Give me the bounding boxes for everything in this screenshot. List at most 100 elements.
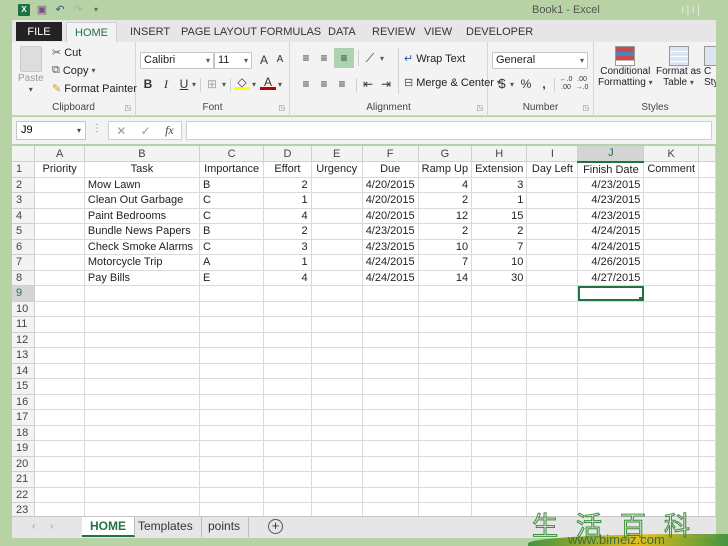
cell-e16[interactable] xyxy=(311,394,363,410)
row-header[interactable]: 5 xyxy=(12,223,36,240)
cell-a10[interactable] xyxy=(34,301,85,317)
cell-b4[interactable]: Paint Bedrooms xyxy=(84,208,200,224)
cell-j2[interactable]: 4/23/2015 xyxy=(577,177,645,193)
cell-e21[interactable] xyxy=(311,471,363,488)
undo-icon[interactable]: ↶ xyxy=(54,4,66,16)
percent-button[interactable]: % xyxy=(518,76,534,92)
cell-j3[interactable]: 4/23/2015 xyxy=(577,192,645,209)
cell-e5[interactable] xyxy=(311,223,363,240)
cell-d1[interactable]: Effort xyxy=(263,161,312,178)
fill-color-icon[interactable]: ◇ xyxy=(234,74,250,90)
cell-d15[interactable] xyxy=(263,378,312,395)
cell-g13[interactable] xyxy=(418,347,473,364)
tab-data[interactable]: DATA xyxy=(320,22,364,42)
cell-h18[interactable] xyxy=(471,425,528,441)
row-header[interactable]: 4 xyxy=(12,208,36,224)
cell-k14[interactable] xyxy=(643,363,700,379)
cell-styles-button[interactable]: C Styl xyxy=(704,46,716,88)
select-all-corner[interactable] xyxy=(12,146,36,162)
cell-i20[interactable] xyxy=(526,456,579,472)
format-painter-button[interactable]: ✎ Format Painter xyxy=(52,82,137,96)
increase-decimal-button[interactable]: ←.0 .00 xyxy=(558,76,574,92)
cell-k19[interactable] xyxy=(643,440,700,457)
tab-insert[interactable]: INSERT xyxy=(122,22,178,42)
row-header[interactable]: 16 xyxy=(12,394,36,410)
cell-k12[interactable] xyxy=(643,332,700,348)
cell-c14[interactable] xyxy=(199,363,265,379)
cell-k6[interactable] xyxy=(643,239,700,255)
cell-g8[interactable]: 14 xyxy=(418,270,473,286)
cell-d23[interactable] xyxy=(263,502,312,516)
cell-a2[interactable] xyxy=(34,177,85,193)
align-left-icon[interactable]: ≡ xyxy=(298,76,314,92)
cell-g20[interactable] xyxy=(418,456,473,472)
name-box[interactable]: J9 ▾ xyxy=(16,121,86,140)
cell-k22[interactable] xyxy=(643,487,700,503)
cell-b15[interactable] xyxy=(84,378,200,395)
cell-f23[interactable] xyxy=(362,502,419,516)
decrease-indent-icon[interactable]: ⇤ xyxy=(360,76,376,92)
cell-i3[interactable] xyxy=(526,192,579,209)
comma-button[interactable]: , xyxy=(536,76,552,92)
cell-g14[interactable] xyxy=(418,363,473,379)
cell-b10[interactable] xyxy=(84,301,200,317)
cell-f8[interactable]: 4/24/2015 xyxy=(362,270,419,286)
cell-b23[interactable] xyxy=(84,502,200,516)
cell-b8[interactable]: Pay Bills xyxy=(84,270,200,286)
cell-j5[interactable]: 4/24/2015 xyxy=(577,223,645,240)
cell-e15[interactable] xyxy=(311,378,363,395)
formula-input[interactable] xyxy=(186,121,712,140)
cell-d19[interactable] xyxy=(263,440,312,457)
cell-g10[interactable] xyxy=(418,301,473,317)
cell-j1[interactable]: Finish Date xyxy=(577,161,645,178)
cell-f14[interactable] xyxy=(362,363,419,379)
row-header[interactable]: 12 xyxy=(12,332,36,348)
cell-a13[interactable] xyxy=(34,347,85,364)
cell-k9[interactable] xyxy=(643,285,700,302)
cell-j16[interactable] xyxy=(577,394,645,410)
tab-view[interactable]: VIEW xyxy=(416,22,460,42)
cell-i17[interactable] xyxy=(526,409,579,426)
cell-d16[interactable] xyxy=(263,394,312,410)
cell-e8[interactable] xyxy=(311,270,363,286)
cell-j17[interactable] xyxy=(577,409,645,426)
cell-k2[interactable] xyxy=(643,177,700,193)
cell-j15[interactable] xyxy=(577,378,645,395)
cell-j19[interactable] xyxy=(577,440,645,457)
grow-font-button[interactable]: A xyxy=(256,52,272,68)
cell-j11[interactable] xyxy=(577,316,645,333)
chevron-down-icon[interactable]: ▾ xyxy=(192,80,196,89)
row-header[interactable]: 7 xyxy=(12,254,36,271)
window-controls[interactable]: ı|ı| xyxy=(681,2,702,16)
cell-k3[interactable] xyxy=(643,192,700,209)
italic-button[interactable]: I xyxy=(158,76,174,92)
cell-g2[interactable]: 4 xyxy=(418,177,473,193)
cell-c10[interactable] xyxy=(199,301,265,317)
cell-f18[interactable] xyxy=(362,425,419,441)
chevron-down-icon[interactable]: ▾ xyxy=(380,54,384,63)
cell-g3[interactable]: 2 xyxy=(418,192,473,209)
merge-center-button[interactable]: ⊟ Merge & Center ▾ xyxy=(404,76,501,90)
redo-icon[interactable]: ↷ xyxy=(72,4,84,16)
chevron-down-icon[interactable]: ▾ xyxy=(252,80,256,89)
cell-g5[interactable]: 2 xyxy=(418,223,473,240)
tab-developer[interactable]: DEVELOPER xyxy=(458,22,541,42)
cell-k5[interactable] xyxy=(643,223,700,240)
cell-f22[interactable] xyxy=(362,487,419,503)
row-header[interactable]: 2 xyxy=(12,177,36,193)
cell-h4[interactable]: 15 xyxy=(471,208,528,224)
font-size-dropdown[interactable]: 11 ▾ xyxy=(214,52,252,69)
cell-h12[interactable] xyxy=(471,332,528,348)
row-header[interactable]: 3 xyxy=(12,192,36,209)
cell-f17[interactable] xyxy=(362,409,419,426)
cell-k11[interactable] xyxy=(643,316,700,333)
cell-b20[interactable] xyxy=(84,456,200,472)
paste-button[interactable]: Paste ▾ xyxy=(18,46,44,94)
shrink-font-button[interactable]: A xyxy=(272,52,288,68)
cell-j20[interactable] xyxy=(577,456,645,472)
row-header[interactable]: 20 xyxy=(12,456,36,472)
format-as-table-button[interactable]: Format as Table ▾ xyxy=(656,46,701,88)
cell-b17[interactable] xyxy=(84,409,200,426)
cell-b18[interactable] xyxy=(84,425,200,441)
column-header-k[interactable]: K xyxy=(643,146,700,162)
